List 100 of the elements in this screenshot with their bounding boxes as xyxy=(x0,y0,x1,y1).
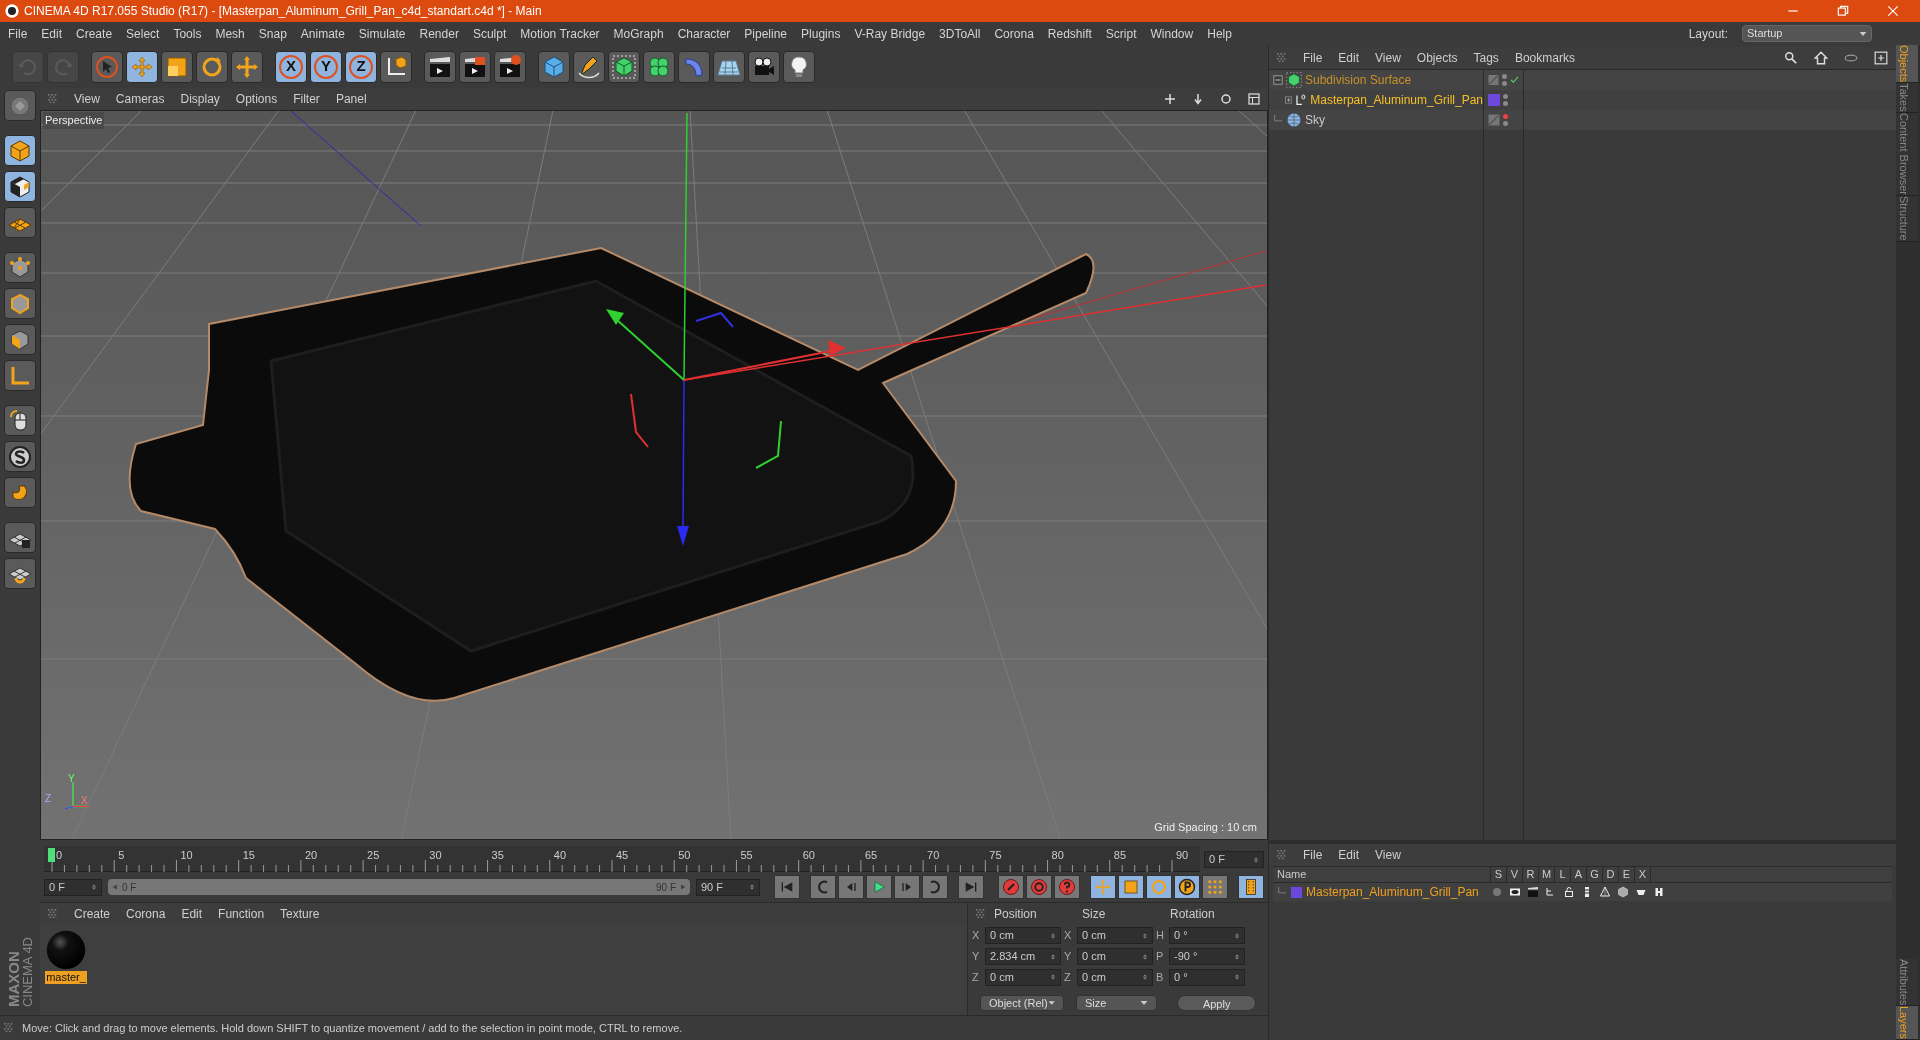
film-strip-button[interactable] xyxy=(1238,875,1264,899)
visibility-dots[interactable] xyxy=(1501,74,1507,86)
axis-button[interactable] xyxy=(4,360,36,391)
menu-item[interactable]: Edit xyxy=(181,905,203,923)
side-tab[interactable]: Structure xyxy=(1896,196,1918,242)
menu-item[interactable]: Pipeline xyxy=(744,24,788,43)
menu-item[interactable]: File xyxy=(1303,49,1323,67)
menu-item[interactable]: Texture xyxy=(280,905,320,923)
menu-item[interactable]: Create xyxy=(74,905,111,923)
menu-item[interactable]: Function xyxy=(218,905,265,923)
menu-item[interactable]: Character xyxy=(677,24,731,43)
subdivision-cube-button[interactable] xyxy=(608,50,640,83)
menu-item[interactable]: Corona xyxy=(126,905,166,923)
menu-item[interactable]: View xyxy=(1375,49,1401,67)
menu-item[interactable]: Corona xyxy=(994,24,1034,43)
p-circle-button[interactable] xyxy=(1174,875,1200,899)
transform-button[interactable] xyxy=(231,50,263,83)
scale-button[interactable] xyxy=(1118,875,1144,899)
frame-field[interactable]: 0 F xyxy=(44,878,102,896)
value-field[interactable]: 2.834 cm xyxy=(985,948,1061,965)
workplane-button[interactable] xyxy=(4,207,36,238)
object-name[interactable]: Sky xyxy=(1305,111,1325,129)
menu-item[interactable]: Edit xyxy=(1338,846,1360,864)
value-field[interactable]: 0 ° xyxy=(1169,968,1245,986)
visibility-dots[interactable] xyxy=(1503,94,1508,106)
menu-item[interactable]: Help xyxy=(1207,24,1232,43)
menu-item[interactable]: Animate xyxy=(300,24,345,43)
menu-item[interactable]: Select xyxy=(126,24,160,43)
checker-cube-button[interactable] xyxy=(4,171,36,202)
frame-field[interactable]: 90 F xyxy=(696,878,760,896)
checkmark-icon[interactable] xyxy=(1509,75,1519,85)
value-field[interactable]: 0 cm xyxy=(1077,927,1153,945)
side-tab[interactable]: Attributes xyxy=(1896,958,1918,1006)
autokey-button[interactable] xyxy=(1026,875,1052,899)
menu-item[interactable]: Redshift xyxy=(1047,24,1092,43)
value-field[interactable]: 0 cm xyxy=(1077,968,1153,986)
pen-button[interactable] xyxy=(573,50,605,83)
value-field[interactable]: 0 cm xyxy=(1077,948,1153,965)
dropdown[interactable]: Size xyxy=(1076,995,1158,1012)
collapse-icon[interactable] xyxy=(1273,75,1283,85)
make-editable-button[interactable] xyxy=(4,90,36,121)
menu-item[interactable]: Create xyxy=(76,24,113,43)
grid-lock-button[interactable] xyxy=(4,522,36,553)
timeline-ruler[interactable]: 0 5 10 15 20 25 30 35 40 45 50 55 60 65 70 75 80 85 90 xyxy=(44,846,1200,872)
frame-field[interactable]: 0 F xyxy=(1204,851,1264,868)
skip-end-button[interactable] xyxy=(958,875,984,899)
side-tab[interactable]: Layers xyxy=(1896,1005,1918,1040)
layer-color-swatch[interactable] xyxy=(1291,886,1302,898)
skip-start-button[interactable] xyxy=(774,875,800,899)
axis-toggle-button[interactable]: X xyxy=(275,50,307,83)
move-button[interactable] xyxy=(126,50,158,83)
floor-grid-button[interactable] xyxy=(713,50,745,83)
mouse-button[interactable] xyxy=(4,405,36,436)
next-key-button[interactable] xyxy=(922,875,948,899)
record-key-button[interactable] xyxy=(998,875,1024,899)
menu-item[interactable]: Plugins xyxy=(801,24,841,43)
axis-toggle-button[interactable]: Z xyxy=(345,50,377,83)
dropdown[interactable]: Object (Rel) xyxy=(980,995,1064,1012)
menu-item[interactable]: Filter xyxy=(293,90,320,108)
help-circle-button[interactable] xyxy=(1054,875,1080,899)
menu-item[interactable]: Tools xyxy=(173,24,202,43)
visibility-dots[interactable] xyxy=(1503,114,1508,126)
layout-dropdown[interactable]: Startup xyxy=(1742,25,1872,42)
camera-button[interactable] xyxy=(748,50,780,83)
menu-item[interactable]: Script xyxy=(1105,24,1137,43)
menu-item[interactable]: Simulate xyxy=(358,24,406,43)
cube-button[interactable] xyxy=(538,50,570,83)
arrow-cursor-button[interactable] xyxy=(91,50,123,83)
rotate-button[interactable] xyxy=(196,50,228,83)
step-back-button[interactable] xyxy=(838,875,864,899)
clapperboard-button[interactable] xyxy=(494,50,526,83)
value-field[interactable]: 0 ° xyxy=(1169,927,1245,945)
step-forward-button[interactable] xyxy=(894,875,920,899)
menu-item[interactable]: V-Ray Bridge xyxy=(854,24,926,43)
layer-color-swatch[interactable] xyxy=(1488,94,1500,106)
dot-grid-button[interactable] xyxy=(1202,875,1228,899)
object-name[interactable]: Subdivision Surface xyxy=(1305,71,1412,89)
menu-item[interactable]: Objects xyxy=(1416,49,1458,67)
menu-item[interactable]: View xyxy=(74,90,100,108)
material-name[interactable]: master_ xyxy=(45,971,87,984)
value-field[interactable]: 0 cm xyxy=(985,968,1061,986)
menu-item[interactable]: Bookmarks xyxy=(1514,49,1575,67)
expand-icon[interactable] xyxy=(1285,95,1293,105)
value-field[interactable]: -90 ° xyxy=(1169,948,1245,965)
side-tab[interactable]: Content Browser xyxy=(1896,113,1918,196)
light-bulb-button[interactable] xyxy=(783,50,815,83)
bend-button[interactable] xyxy=(678,50,710,83)
play-button[interactable] xyxy=(866,875,892,899)
menu-item[interactable]: Display xyxy=(180,90,220,108)
menu-item[interactable]: Snap xyxy=(258,24,287,43)
magnet-button[interactable] xyxy=(4,477,36,508)
menu-item[interactable]: Options xyxy=(235,90,278,108)
scale-button[interactable] xyxy=(161,50,193,83)
cube-button[interactable] xyxy=(4,135,36,166)
menu-item[interactable]: File xyxy=(8,24,28,43)
clapperboard-button[interactable] xyxy=(459,50,491,83)
points-cube-button[interactable] xyxy=(4,252,36,283)
rotate-button[interactable] xyxy=(1146,875,1172,899)
coordinate-system-button[interactable] xyxy=(380,50,412,83)
menu-item[interactable]: Panel xyxy=(335,90,367,108)
